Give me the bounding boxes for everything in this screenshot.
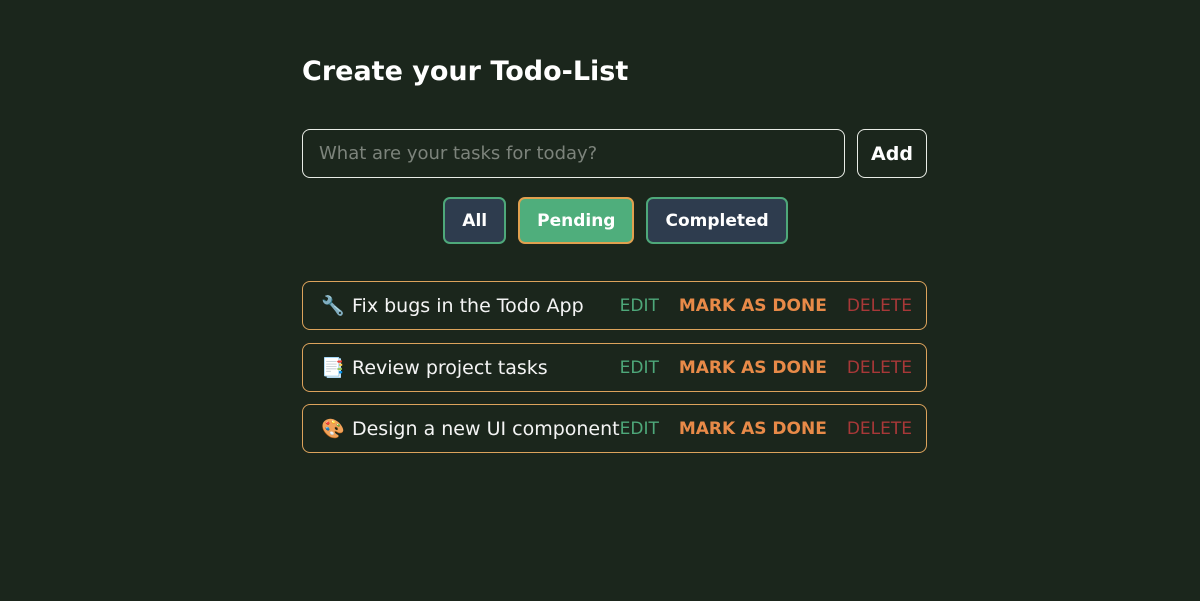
mark-as-done-button[interactable]: MARK AS DONE (679, 358, 827, 378)
edit-button[interactable]: EDIT (620, 358, 659, 378)
edit-button[interactable]: EDIT (620, 419, 659, 439)
add-button[interactable]: Add (857, 129, 927, 178)
task-item: 🔧 Fix bugs in the Todo App EDIT MARK AS … (302, 281, 927, 330)
filter-bar: All Pending Completed (302, 197, 927, 244)
mark-as-done-button[interactable]: MARK AS DONE (679, 419, 827, 439)
task-text: Design a new UI component (351, 417, 620, 440)
task-item: 🎨 Design a new UI component EDIT MARK AS… (302, 404, 927, 453)
delete-button[interactable]: DELETE (847, 419, 912, 439)
delete-button[interactable]: DELETE (847, 358, 912, 378)
task-entry-row: Add (302, 129, 927, 178)
edit-button[interactable]: EDIT (620, 296, 659, 316)
palette-icon: 🎨 (321, 418, 345, 440)
filter-pending-button[interactable]: Pending (518, 197, 635, 244)
task-list: 🔧 Fix bugs in the Todo App EDIT MARK AS … (302, 281, 927, 466)
delete-button[interactable]: DELETE (847, 296, 912, 316)
task-actions: EDIT MARK AS DONE DELETE (620, 358, 912, 378)
task-actions: EDIT MARK AS DONE DELETE (620, 296, 912, 316)
mark-as-done-button[interactable]: MARK AS DONE (679, 296, 827, 316)
filter-completed-button[interactable]: Completed (646, 197, 788, 244)
document-icon: 📑 (321, 357, 345, 379)
task-text: Fix bugs in the Todo App (352, 294, 584, 317)
wrench-icon: 🔧 (321, 295, 345, 317)
task-item: 📑 Review project tasks EDIT MARK AS DONE… (302, 343, 927, 392)
task-text: Review project tasks (352, 356, 548, 379)
task-actions: EDIT MARK AS DONE DELETE (620, 419, 912, 439)
page-title: Create your Todo-List (302, 56, 629, 87)
filter-all-button[interactable]: All (443, 197, 507, 244)
task-input[interactable] (302, 129, 845, 178)
